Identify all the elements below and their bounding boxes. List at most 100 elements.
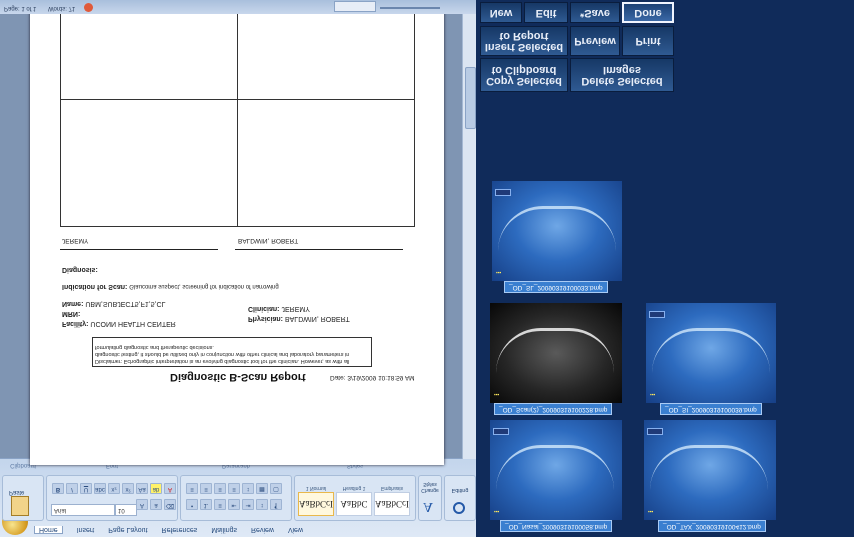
styles-group: AaBbCcI AaBbC AaBbCcI 1 Normal Heading 1 E…	[294, 462, 416, 521]
font-name-select[interactable]: Arial	[51, 504, 115, 516]
print-button[interactable]: Print	[622, 26, 674, 56]
diagnosis-row: Diagnosis:	[62, 266, 98, 273]
font-group: Arial 10 Aa ⌫ B I Uabc x₂ x² Aa ab A Font	[46, 462, 178, 521]
tab-home[interactable]: Home	[34, 526, 63, 534]
editing-button[interactable]: Editing	[446, 487, 474, 493]
style-heading-1[interactable]: AaBbC	[336, 492, 372, 516]
clinician-value: JEREMY	[281, 305, 310, 312]
clinician-row: Clinician: JEREMY	[248, 305, 310, 312]
zoom-slider[interactable]	[380, 7, 440, 9]
name-label: Name:	[62, 300, 84, 307]
facility-label: Facility:	[62, 320, 89, 327]
superscript-icon[interactable]: x²	[122, 483, 134, 494]
facility-row: Facility: UCONN HEALTH CENTER	[62, 320, 176, 327]
line-spacing-icon[interactable]: ↕	[242, 483, 254, 494]
editing-group: Editing	[444, 475, 476, 521]
italic-icon[interactable]: I	[66, 483, 78, 494]
justify-icon[interactable]: ≡	[228, 483, 240, 494]
preview-button[interactable]: Preview	[570, 26, 620, 56]
proofing-icon[interactable]	[84, 3, 93, 12]
style-normal-name: 1 Normal	[305, 485, 327, 491]
image-thumbnail-2[interactable]: _OD_Scan(2)_20090319100228.bmp ▪▪▪	[490, 300, 622, 415]
style-emphasis-name: Emphasis	[381, 485, 403, 491]
ultrasound-image-5: ▪▪▪	[644, 420, 776, 520]
quick-styles: AaBbCcI AaBbC AaBbCcI	[297, 491, 411, 517]
vertical-scrollbar[interactable]	[462, 14, 476, 459]
delete-selected-button[interactable]: Delete Selected Images	[570, 58, 674, 92]
paste-icon[interactable]	[11, 496, 29, 516]
grid-divider-horizontal	[61, 99, 414, 100]
report-title: Diagnostic B-Scan Report	[170, 371, 306, 383]
report-date: Date: 3/19/2009 10:18:59 AM	[330, 374, 415, 381]
style-normal[interactable]: AaBbCcI	[298, 492, 334, 516]
highlight-icon[interactable]: ab	[150, 483, 162, 494]
name-row: Name: UBM,SUBJECT5,F1,5,CL	[62, 300, 166, 307]
find-icon[interactable]	[453, 502, 465, 514]
font-size-select[interactable]: 10	[115, 504, 137, 516]
strikethrough-icon[interactable]: abc	[94, 483, 106, 494]
align-right-icon[interactable]: ≡	[214, 483, 226, 494]
document-page[interactable]: Diagnostic B-Scan Report Date: 3/19/2009…	[30, 0, 444, 465]
tab-mailings[interactable]: Mailings	[211, 527, 237, 534]
image-thumbnail-3[interactable]: _OD_SI_20090319100039.bmp ▪▪▪	[646, 300, 776, 415]
status-words: Words: 71	[48, 5, 76, 11]
grid-divider-vertical	[237, 0, 238, 226]
status-page: Page: 1 of 1	[4, 5, 37, 11]
indication-value: Glaucoma suspect, screening for indicati…	[129, 283, 279, 289]
clinician-label: Clinician:	[248, 305, 280, 312]
image-grid	[60, 0, 415, 227]
borders-icon[interactable]: ▢	[270, 483, 282, 494]
mrn-row: MRN:	[62, 310, 80, 317]
style-emphasis[interactable]: AaBbCcI	[374, 492, 410, 516]
style-heading-1-name: Heading 1	[342, 485, 366, 491]
signature-left: JEREMY	[62, 237, 89, 244]
tab-insert[interactable]: Insert	[77, 527, 95, 534]
signature-right: BALDWIN, ROBERT	[238, 237, 299, 244]
physician-row: Physician: BALDWIN, ROBERT	[248, 315, 350, 322]
image-thumbnail-4[interactable]: _OD_Nasal_20090319100058.bmp ▪▪▪	[490, 417, 622, 532]
change-styles-icon[interactable]: A	[423, 498, 433, 514]
paragraph-group: • 1. ≡ ⇤ ⇥ ↕ ¶ ≡ ≡ ≡ ≡ ↕ ▦ ▢ Paragraph	[180, 462, 292, 521]
ultrasound-image-4: ▪▪▪	[490, 420, 622, 520]
view-buttons[interactable]	[334, 1, 376, 12]
insert-selected-button[interactable]: Insert Selected to Report	[480, 26, 568, 56]
image-caption-3: _OD_SI_20090319100039.bmp	[660, 403, 762, 415]
image-caption-1: _OD_SL_20090319100033.bmp	[504, 281, 608, 293]
image-caption-2: _OD_Scan(2)_20090319100228.bmp	[494, 403, 613, 415]
image-thumbnail-5[interactable]: _OD_TAX_20090319100412.bmp ▪▪▪	[644, 417, 776, 532]
font-color-icon[interactable]: A	[164, 483, 176, 494]
copy-selected-button[interactable]: Copy Selected to Clipboard	[480, 58, 568, 92]
report-disclaimer: Disclaimer: Echographic interpretation i…	[92, 337, 372, 367]
change-styles-button[interactable]: Change Styles	[417, 481, 443, 493]
underline-icon[interactable]: U	[80, 483, 92, 494]
subscript-icon[interactable]: x₂	[108, 483, 120, 494]
ultrasound-image-3: ▪▪▪	[646, 303, 776, 403]
image-viewer-panel: Copy Selected to Clipboard Delete Select…	[476, 0, 854, 537]
align-left-icon[interactable]: ≡	[186, 483, 198, 494]
done-button[interactable]: Done	[622, 2, 674, 23]
ribbon-tabs: Home Insert Page Layout References Maili…	[0, 523, 476, 537]
status-bar: Page: 1 of 1 Words: 71	[0, 0, 476, 14]
tab-references[interactable]: References	[162, 527, 198, 534]
scrollbar-thumb[interactable]	[465, 67, 476, 129]
edit-button[interactable]: Edit	[524, 2, 568, 23]
bold-icon[interactable]: B	[52, 483, 64, 494]
style-names: 1 Normal Heading 1 Emphasis	[297, 485, 413, 491]
ultrasound-image-2: ▪▪▪	[490, 303, 622, 403]
tab-page-layout[interactable]: Page Layout	[108, 527, 147, 534]
align-center-icon[interactable]: ≡	[200, 483, 212, 494]
facility-value: UCONN HEALTH CENTER	[90, 320, 176, 327]
tab-review[interactable]: Review	[251, 527, 274, 534]
tab-view[interactable]: View	[288, 527, 303, 534]
ultrasound-image-1: ▪▪▪	[492, 181, 622, 281]
shading-icon[interactable]: ▦	[256, 483, 268, 494]
change-case-icon[interactable]: Aa	[136, 483, 148, 494]
word-window: Home Insert Page Layout References Maili…	[0, 0, 476, 537]
ribbon: Home Insert Page Layout References Maili…	[0, 458, 476, 537]
image-thumbnail-1[interactable]: _OD_SL_20090319100033.bmp ▪▪▪	[492, 178, 622, 293]
new-button[interactable]: New	[480, 2, 522, 23]
image-caption-5: _OD_TAX_20090319100412.bmp	[658, 520, 766, 532]
paste-button[interactable]: Paste	[9, 489, 24, 495]
diagnosis-label: Diagnosis:	[62, 266, 98, 273]
save-button[interactable]: *Save	[570, 2, 620, 23]
